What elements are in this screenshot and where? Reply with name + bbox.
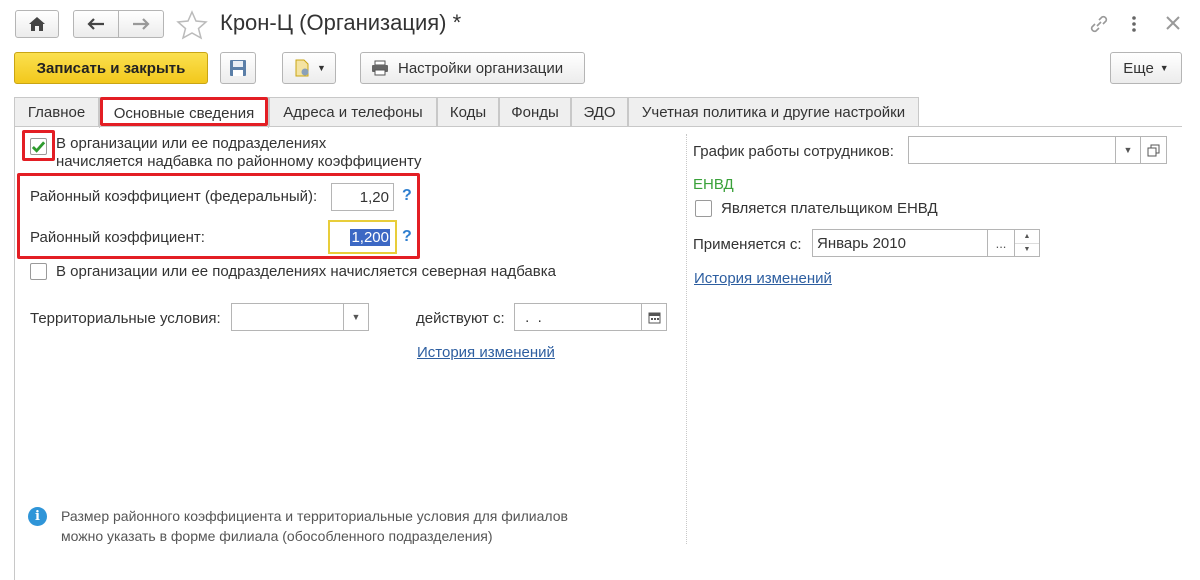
territorial-conditions-label: Территориальные условия:	[30, 310, 221, 327]
back-button[interactable]	[73, 10, 119, 38]
tab-label: Адреса и телефоны	[283, 104, 423, 121]
close-icon[interactable]	[1163, 13, 1183, 33]
calendar-icon[interactable]	[641, 304, 666, 330]
chevron-down-icon[interactable]: ▼	[343, 304, 368, 330]
regional-checkbox-label: В организации или ее подразделениях начи…	[56, 135, 422, 171]
coef-label: Районный коэффициент:	[30, 229, 205, 246]
chevron-down-icon: ▼	[1159, 63, 1169, 73]
floppy-disk-icon	[230, 60, 246, 76]
save-and-close-label: Записать и закрыть	[36, 59, 186, 77]
arrow-right-icon	[133, 18, 150, 30]
applied-from-input[interactable]: Январь 2010 ... ▲ ▼	[812, 229, 1040, 257]
envd-header: ЕНВД	[693, 176, 734, 193]
open-schedule-button[interactable]	[1141, 136, 1167, 164]
north-allowance-label: В организации или ее подразделениях начи…	[56, 263, 556, 280]
home-icon	[29, 17, 45, 31]
tab-label: Фонды	[511, 104, 559, 121]
org-settings-button[interactable]: Настройки организации	[360, 52, 585, 84]
help-icon[interactable]: ?	[402, 187, 412, 205]
valid-from-date-input[interactable]: . .	[514, 303, 667, 331]
history-link-left[interactable]: История изменений	[417, 344, 555, 361]
applied-from-value: Январь 2010	[817, 234, 906, 252]
create-based-on-button[interactable]: ▼	[282, 52, 336, 84]
tab-main[interactable]: Главное	[14, 97, 99, 127]
history-link-right[interactable]: История изменений	[694, 270, 832, 287]
document-gear-icon	[295, 59, 309, 77]
spin-down-icon[interactable]: ▼	[1015, 244, 1039, 257]
envd-payer-checkbox[interactable]	[695, 200, 712, 217]
column-divider	[686, 134, 687, 544]
territorial-conditions-select[interactable]: ▼	[231, 303, 369, 331]
more-vertical-icon[interactable]	[1128, 13, 1140, 35]
north-allowance-checkbox[interactable]	[30, 263, 47, 280]
favorite-star-icon[interactable]	[176, 10, 208, 40]
arrow-left-icon	[87, 18, 104, 30]
valid-from-value: . .	[521, 308, 542, 326]
coef-input[interactable]: 1,200	[328, 220, 397, 254]
tab-addresses[interactable]: Адреса и телефоны	[269, 97, 437, 127]
tab-codes[interactable]: Коды	[437, 97, 499, 127]
hint-line: можно указать в форме филиала (обособлен…	[61, 528, 493, 544]
open-window-icon	[1147, 144, 1160, 156]
chevron-down-icon[interactable]: ▼	[1115, 137, 1140, 163]
federal-coef-input[interactable]: 1,20	[331, 183, 394, 211]
forward-button[interactable]	[118, 10, 164, 38]
tab-divider	[14, 126, 1182, 127]
info-icon: i	[28, 507, 47, 526]
save-button[interactable]	[220, 52, 256, 84]
link-icon[interactable]	[1088, 13, 1110, 35]
schedule-select[interactable]: ▼	[908, 136, 1141, 164]
applied-from-label: Применяется с:	[693, 236, 802, 253]
valid-from-label: действуют с:	[416, 310, 505, 327]
tab-label: Главное	[27, 104, 86, 121]
content-left-border	[14, 126, 15, 580]
chevron-down-icon: ▼	[317, 63, 326, 73]
printer-icon	[372, 60, 388, 76]
label-line: В организации или ее подразделениях	[56, 135, 327, 152]
highlight-regional-checkbox	[22, 130, 55, 161]
coef-value-selected: 1,200	[350, 228, 390, 246]
schedule-label: График работы сотрудников:	[693, 143, 894, 160]
federal-coef-value: 1,20	[359, 188, 389, 206]
more-label: Еще	[1123, 59, 1154, 77]
tab-label: Коды	[449, 104, 487, 121]
home-button[interactable]	[15, 10, 59, 38]
highlight-tab-basic-info	[100, 97, 268, 126]
spin-up-icon[interactable]: ▲	[1015, 230, 1039, 244]
help-icon[interactable]: ?	[402, 228, 412, 246]
tab-label: ЭДО	[583, 104, 616, 121]
federal-coef-label: Районный коэффициент (федеральный):	[30, 188, 318, 205]
tab-funds[interactable]: Фонды	[499, 97, 571, 127]
org-settings-label: Настройки организации	[398, 59, 564, 77]
label-line: начисляется надбавка по районному коэффи…	[56, 153, 422, 170]
envd-payer-label: Является плательщиком ЕНВД	[721, 200, 938, 217]
tab-accounting-policy[interactable]: Учетная политика и другие настройки	[628, 97, 919, 127]
spin-buttons[interactable]: ▲ ▼	[1014, 230, 1039, 256]
save-and-close-button[interactable]: Записать и закрыть	[14, 52, 208, 84]
select-button[interactable]: ...	[987, 230, 1014, 256]
window-title: Крон-Ц (Организация) *	[220, 10, 462, 35]
tab-edo[interactable]: ЭДО	[571, 97, 628, 127]
branch-hint-text: Размер районного коэффициента и территор…	[61, 506, 568, 546]
more-button[interactable]: Еще ▼	[1110, 52, 1182, 84]
tab-label: Учетная политика и другие настройки	[641, 104, 906, 121]
hint-line: Размер районного коэффициента и территор…	[61, 508, 568, 524]
